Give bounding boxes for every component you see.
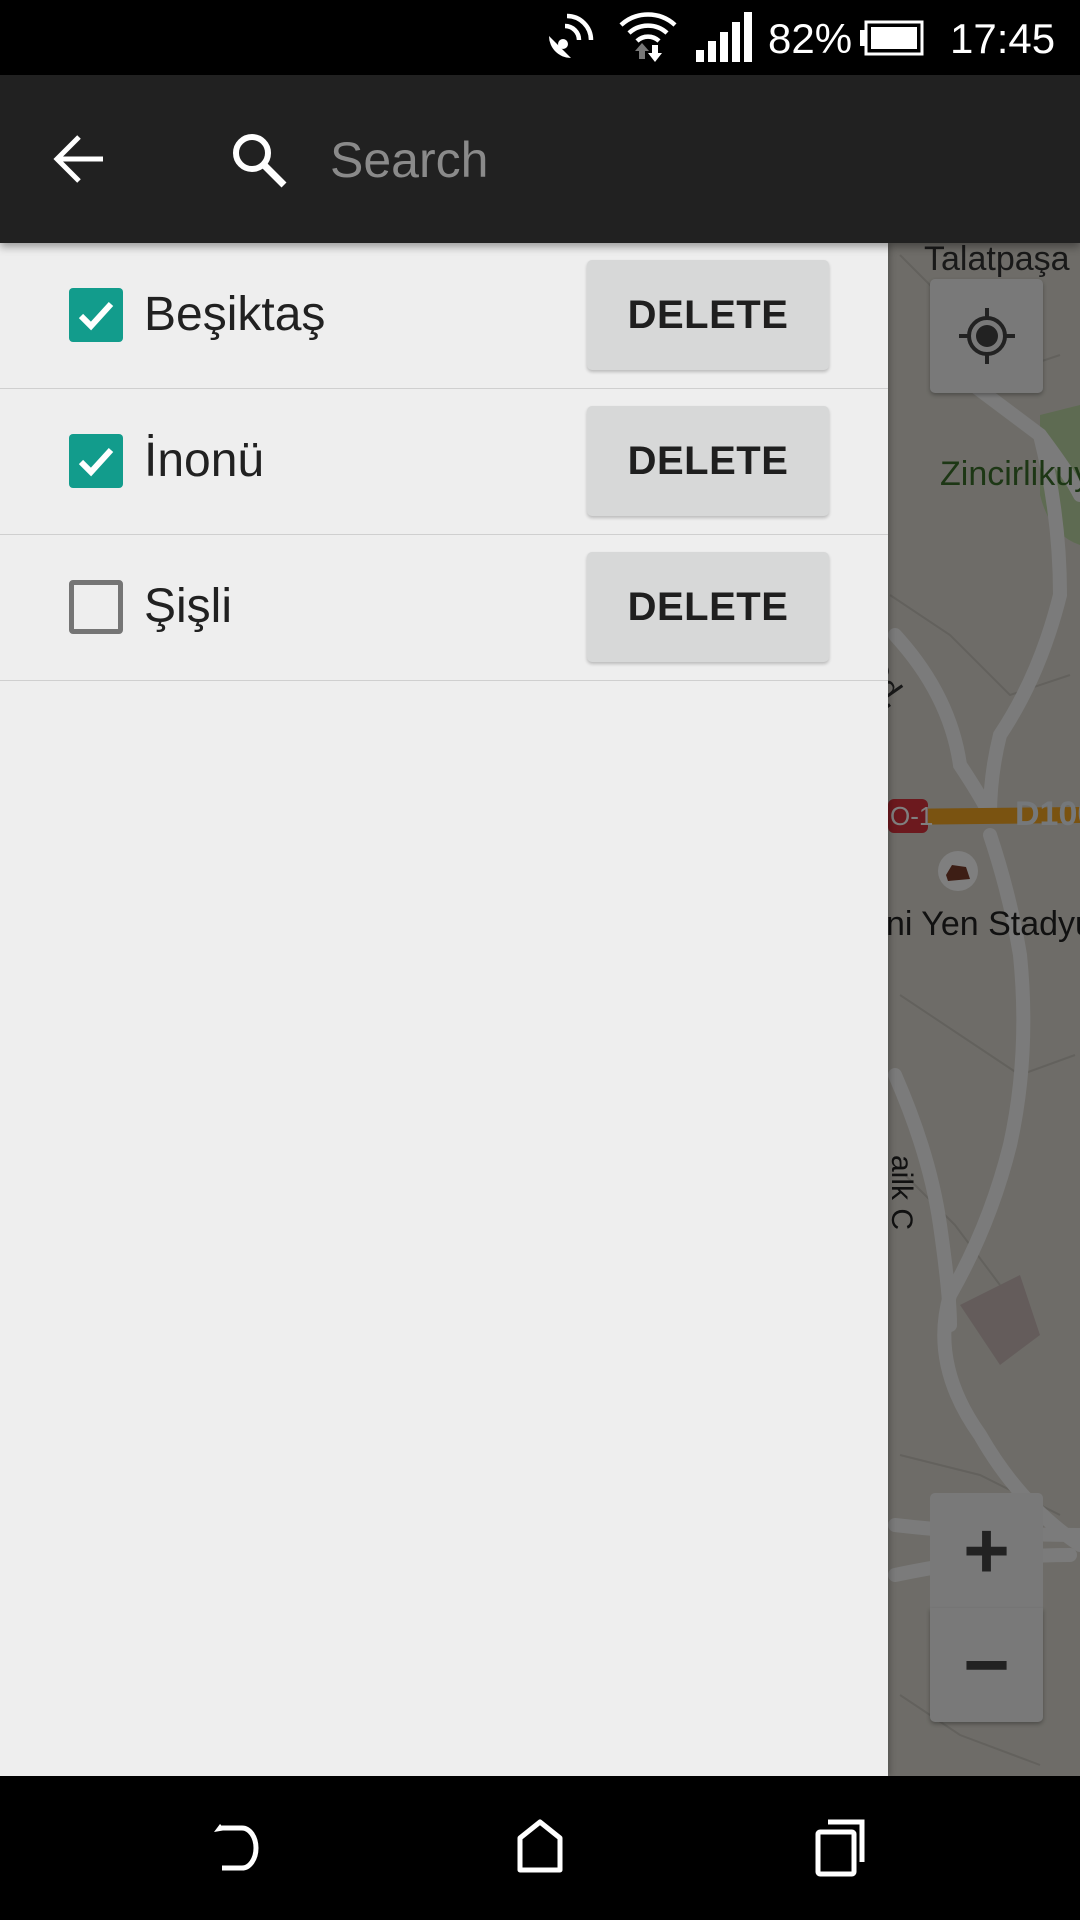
item-label: Beşiktaş [144, 288, 326, 341]
navigation-bar [0, 1776, 1080, 1920]
delete-button[interactable]: DELETE [587, 552, 829, 662]
toolbar [0, 75, 1080, 243]
checkbox-inonu[interactable] [69, 434, 123, 488]
wifi-data-activity-icon [617, 0, 679, 75]
list-item: İnonü DELETE [0, 389, 888, 535]
gps-satellite-icon [543, 0, 595, 75]
status-bar: 82% 17:45 [0, 0, 1080, 75]
item-label: İnonü [144, 434, 265, 487]
battery-percent: 82% [768, 15, 853, 62]
nav-recents-button[interactable] [780, 1806, 900, 1890]
back-button[interactable] [40, 119, 120, 199]
recents-icon [815, 1819, 865, 1877]
clock: 17:45 [950, 15, 1056, 62]
nav-back-button[interactable] [180, 1806, 300, 1890]
nav-home-button[interactable] [480, 1806, 600, 1890]
list-item: Şişli DELETE [0, 535, 888, 681]
delete-button[interactable]: DELETE [587, 260, 829, 370]
favorites-drawer: Beşiktaş DELETE İnonü DELETE Şişli DELET… [0, 243, 888, 1776]
search-icon [233, 134, 287, 188]
checkmark-icon [78, 301, 114, 331]
back-icon [214, 1824, 259, 1871]
item-label: Şişli [144, 580, 233, 633]
checkmark-icon [78, 447, 114, 477]
search-input[interactable] [330, 115, 1030, 205]
cellular-signal-icon [696, 0, 752, 75]
checkbox-besiktas[interactable] [69, 288, 123, 342]
delete-button[interactable]: DELETE [587, 406, 829, 516]
checkbox-sisli[interactable] [69, 580, 123, 634]
home-icon [517, 1819, 563, 1873]
list-item: Beşiktaş DELETE [0, 243, 888, 389]
battery-icon [860, 0, 924, 75]
arrow-left-icon [53, 135, 103, 183]
